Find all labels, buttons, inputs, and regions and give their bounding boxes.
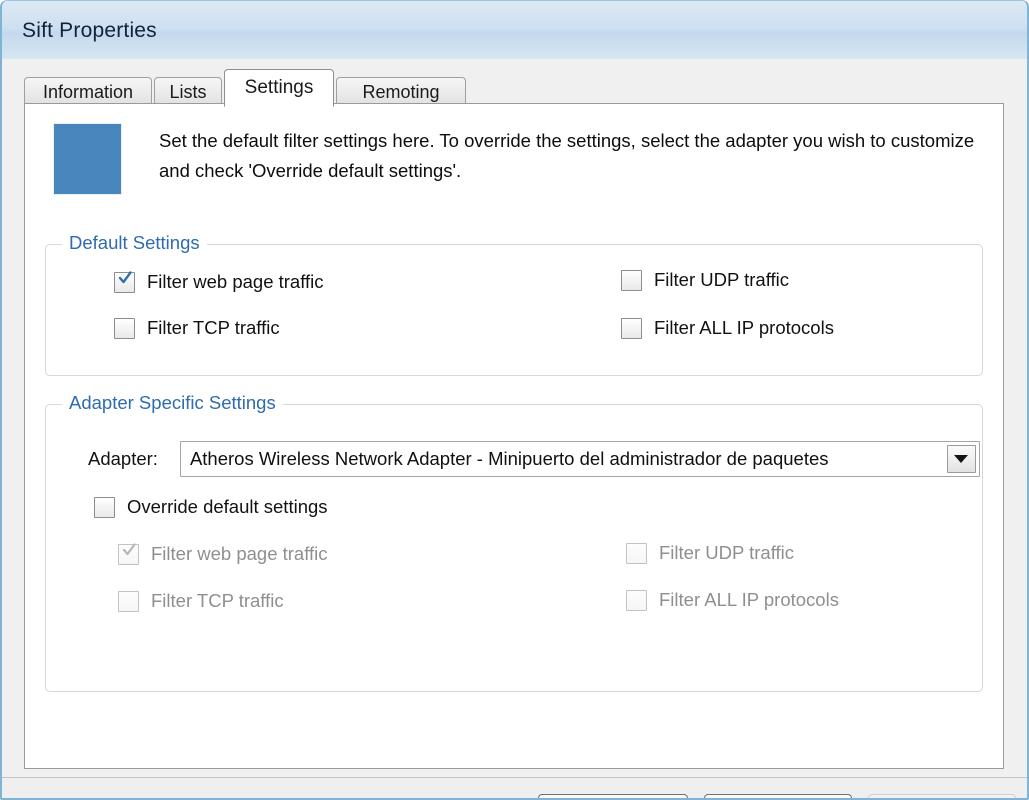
default-settings-legend: Default Settings bbox=[62, 232, 207, 254]
default-settings-group: Default Settings Filter web page traffic… bbox=[45, 244, 983, 376]
adapter-row: Adapter: Atheros Wireless Network Adapte… bbox=[88, 441, 980, 477]
dialog-button-bar: OK Cancel Apply bbox=[2, 777, 1027, 800]
chevron-down-icon[interactable] bbox=[947, 445, 976, 473]
checkbox-box bbox=[626, 543, 647, 564]
checkbox-box bbox=[621, 318, 642, 339]
tab-settings-label: Settings bbox=[245, 77, 314, 99]
checkbox-box bbox=[626, 590, 647, 611]
tab-settings[interactable]: Settings bbox=[224, 69, 334, 107]
checkbox-box bbox=[114, 318, 135, 339]
checkbox-box bbox=[94, 497, 115, 518]
settings-tab-panel: Set the default filter settings here. To… bbox=[24, 103, 1004, 769]
checkbox-filter-udp-traffic-adapter[interactable]: Filter UDP traffic bbox=[626, 542, 794, 564]
checkbox-filter-tcp-traffic-adapter[interactable]: Filter TCP traffic bbox=[118, 590, 284, 612]
settings-description: Set the default filter settings here. To… bbox=[159, 126, 984, 186]
checkbox-override-default-settings[interactable]: Override default settings bbox=[94, 496, 328, 518]
checkbox-label: Override default settings bbox=[127, 496, 328, 518]
checkmark-icon bbox=[122, 543, 136, 557]
checkbox-box bbox=[118, 544, 139, 565]
checkbox-label: Filter web page traffic bbox=[151, 543, 328, 565]
blue-placeholder-icon bbox=[54, 124, 121, 194]
adapter-settings-legend: Adapter Specific Settings bbox=[62, 392, 283, 414]
checkbox-label: Filter TCP traffic bbox=[151, 590, 284, 612]
checkbox-label: Filter TCP traffic bbox=[147, 317, 280, 339]
checkbox-label: Filter ALL IP protocols bbox=[659, 589, 839, 611]
tab-remoting-label: Remoting bbox=[362, 82, 439, 103]
adapter-select[interactable]: Atheros Wireless Network Adapter - Minip… bbox=[180, 441, 980, 477]
chevron-down-glyph bbox=[954, 455, 968, 463]
apply-button: Apply bbox=[868, 794, 1016, 800]
dialog-body: Information Lists Settings Remoting Set … bbox=[2, 59, 1027, 797]
checkbox-filter-all-ip-protocols-adapter[interactable]: Filter ALL IP protocols bbox=[626, 589, 839, 611]
checkbox-filter-udp-traffic-default[interactable]: Filter UDP traffic bbox=[621, 269, 789, 291]
checkmark-icon bbox=[118, 271, 132, 285]
sift-properties-window: Sift Properties Information Lists Settin… bbox=[0, 0, 1029, 800]
checkbox-filter-all-ip-protocols-default[interactable]: Filter ALL IP protocols bbox=[621, 317, 834, 339]
checkbox-filter-web-page-traffic-default[interactable]: Filter web page traffic bbox=[114, 271, 324, 293]
adapter-specific-settings-group: Adapter Specific Settings Adapter: Ather… bbox=[45, 404, 983, 692]
checkbox-label: Filter web page traffic bbox=[147, 271, 324, 293]
cancel-button[interactable]: Cancel bbox=[704, 794, 852, 800]
tab-lists-label: Lists bbox=[169, 82, 206, 103]
window-title: Sift Properties bbox=[22, 19, 157, 43]
adapter-selected-value: Atheros Wireless Network Adapter - Minip… bbox=[181, 448, 829, 470]
tab-strip: Information Lists Settings Remoting bbox=[24, 73, 1004, 107]
checkbox-filter-web-page-traffic-adapter[interactable]: Filter web page traffic bbox=[118, 543, 328, 565]
checkbox-box bbox=[114, 272, 135, 293]
checkbox-label: Filter UDP traffic bbox=[659, 542, 794, 564]
checkbox-label: Filter UDP traffic bbox=[654, 269, 789, 291]
title-bar: Sift Properties bbox=[2, 1, 1027, 60]
checkbox-label: Filter ALL IP protocols bbox=[654, 317, 834, 339]
checkbox-box bbox=[621, 270, 642, 291]
ok-button[interactable]: OK bbox=[538, 794, 688, 800]
checkbox-box bbox=[118, 591, 139, 612]
tab-information-label: Information bbox=[43, 82, 133, 103]
checkbox-filter-tcp-traffic-default[interactable]: Filter TCP traffic bbox=[114, 317, 280, 339]
adapter-label: Adapter: bbox=[88, 448, 158, 470]
